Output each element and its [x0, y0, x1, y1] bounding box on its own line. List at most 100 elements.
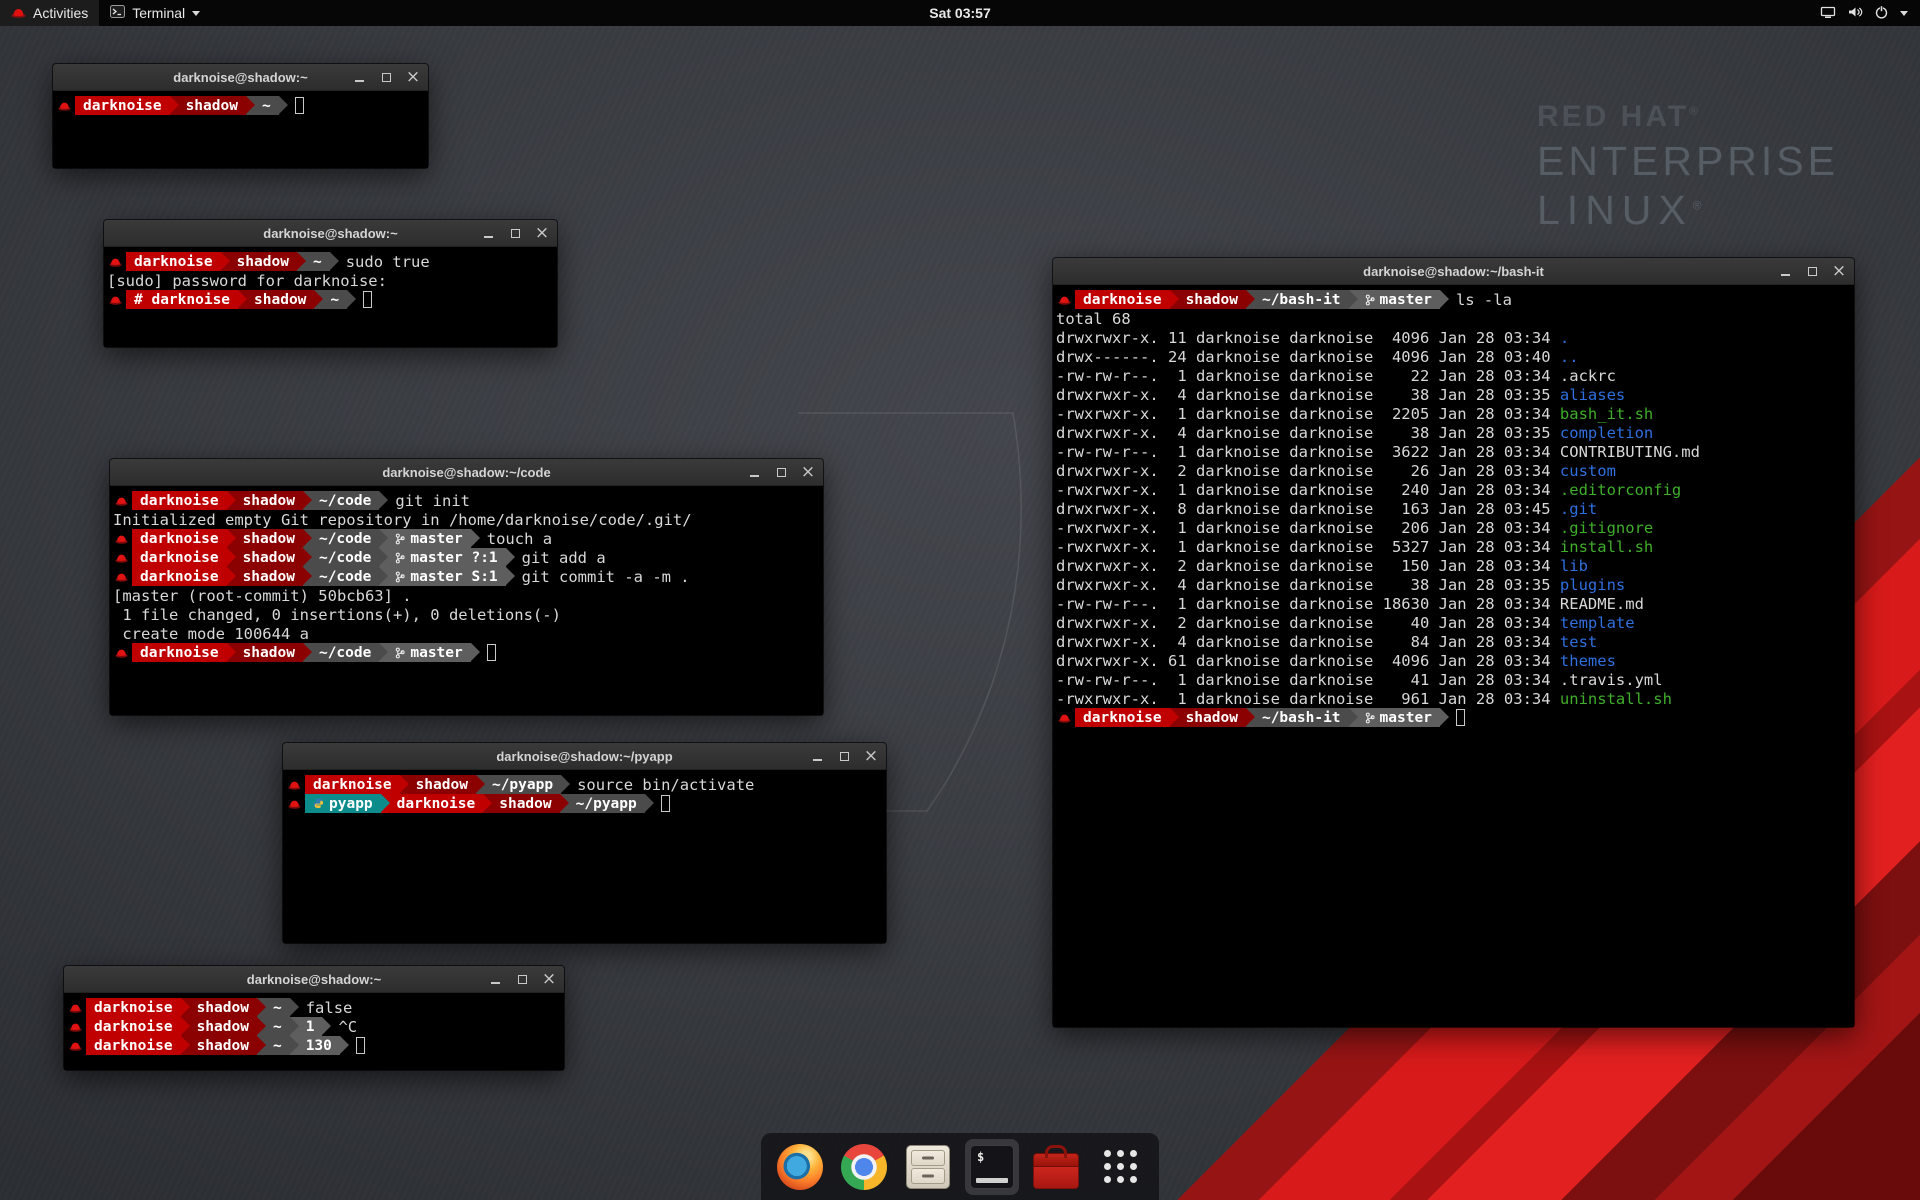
segment-text: darknoise	[94, 1019, 173, 1035]
maximize-button[interactable]	[838, 749, 850, 763]
app-menu[interactable]: Terminal	[99, 0, 211, 26]
window-titlebar[interactable]: darknoise@shadow:~/pyapp×	[283, 743, 886, 770]
close-button[interactable]: ×	[1833, 264, 1845, 278]
maximize-button[interactable]	[509, 226, 521, 240]
terminal-line: darknoiseshadow~/codemaster S:1git commi…	[113, 567, 820, 586]
segment-text: shadow	[186, 98, 238, 114]
segment-text: darknoise	[140, 645, 219, 661]
terminal-text: touch a	[487, 530, 552, 548]
system-status-area[interactable]	[1808, 0, 1920, 26]
prompt-segment-host: shadow	[238, 290, 314, 309]
minimize-button[interactable]	[489, 972, 501, 986]
terminal-content[interactable]: darknoiseshadow~falsedarknoiseshadow~1^C…	[64, 993, 564, 1070]
terminal-window-home1[interactable]: darknoise@shadow:~×darknoiseshadow~	[53, 64, 428, 168]
chrome-icon[interactable]	[837, 1139, 891, 1195]
app-menu-label: Terminal	[132, 5, 185, 21]
terminal-line: drwxrwxr-x. 8 darknoise darknoise 163 Ja…	[1056, 499, 1851, 518]
terminal-line: darknoiseshadow~false	[67, 998, 561, 1017]
close-button[interactable]: ×	[543, 972, 555, 986]
terminal-text: template	[1560, 614, 1635, 632]
redhat-icon	[1058, 295, 1071, 305]
terminal-line: -rwxrwxr-x. 1 darknoise darknoise 240 Ja…	[1056, 480, 1851, 499]
prompt-segment-git: master ?:1	[379, 548, 505, 567]
chevron-down-icon	[1900, 11, 1908, 16]
terminal-content[interactable]: darknoiseshadow~sudo true[sudo] password…	[104, 247, 557, 347]
minimize-button[interactable]	[811, 749, 823, 763]
files-icon[interactable]	[901, 1139, 955, 1195]
maximize-button[interactable]	[380, 70, 392, 84]
segment-text: ~/code	[319, 531, 371, 547]
firefox-icon[interactable]	[773, 1139, 827, 1195]
text-cursor	[1456, 709, 1465, 726]
minimize-button[interactable]	[353, 70, 365, 84]
app-grid-icon[interactable]	[1093, 1139, 1147, 1195]
terminal-text: lib	[1560, 557, 1588, 575]
prompt-segment-host: shadow	[227, 643, 303, 662]
terminal-line: drwx------. 24 darknoise darknoise 4096 …	[1056, 347, 1851, 366]
maximize-button[interactable]	[775, 465, 787, 479]
prompt-segment-host: shadow	[1170, 708, 1246, 727]
segment-text: pyapp	[329, 796, 373, 812]
terminal-content[interactable]: darknoiseshadow~	[53, 91, 428, 168]
minimize-button[interactable]	[1779, 264, 1791, 278]
maximize-button[interactable]	[1806, 264, 1818, 278]
clock[interactable]: Sat 03:57	[919, 0, 1000, 26]
terminal-window-pyapp[interactable]: darknoise@shadow:~/pyapp× darknoiseshadow…	[283, 743, 886, 943]
window-titlebar[interactable]: darknoise@shadow:~×	[53, 64, 428, 91]
activities-label: Activities	[33, 5, 88, 21]
prompt-segment-path: ~/bash-it	[1246, 708, 1349, 727]
terminal-text: drwxrwxr-x. 8 darknoise darknoise 163 Ja…	[1056, 500, 1560, 518]
redhat-logo-icon	[11, 5, 26, 21]
prompt-segment-host: shadow	[483, 794, 559, 813]
terminal-content[interactable]: darknoiseshadow~/pyappsource bin/activat…	[283, 770, 886, 943]
terminal-window-home2[interactable]: darknoise@shadow:~×darknoiseshadow~false…	[64, 966, 564, 1070]
terminal-window-bashit[interactable]: darknoise@shadow:~/bash-it× darknoise shad…	[1053, 258, 1854, 1027]
segment-text: master	[1380, 710, 1432, 726]
terminal-line: drwxrwxr-x. 4 darknoise darknoise 38 Jan…	[1056, 385, 1851, 404]
window-titlebar[interactable]: darknoise@shadow:~/bash-it×	[1053, 258, 1854, 285]
redhat-icon	[109, 257, 122, 267]
terminal-line: darknoiseshadow~/pyappsource bin/activat…	[286, 775, 883, 794]
close-button[interactable]: ×	[407, 70, 419, 84]
activities-button[interactable]: Activities	[0, 0, 99, 26]
text-cursor	[356, 1037, 365, 1054]
terminal-text: -rwxrwxr-x. 1 darknoise darknoise 206 Ja…	[1056, 519, 1560, 537]
prompt-segment-git: master	[379, 529, 470, 548]
window-titlebar[interactable]: darknoise@shadow:~/code×	[110, 459, 823, 486]
prompt-segment-user: darknoise	[132, 529, 227, 548]
terminal-window-code[interactable]: darknoise@shadow:~/code×darknoiseshadow~…	[110, 459, 823, 715]
terminal-text: .gitignore	[1560, 519, 1653, 537]
segment-text: shadow	[243, 550, 295, 566]
prompt-segment-path: ~/code	[303, 643, 379, 662]
terminal-text: -rw-rw-r--. 1 darknoise darknoise 3622 J…	[1056, 443, 1560, 461]
close-button[interactable]: ×	[802, 465, 814, 479]
minimize-button[interactable]	[748, 465, 760, 479]
python-icon	[313, 798, 324, 809]
terminal-window-sudo[interactable]: darknoise@shadow:~×darknoiseshadow~sudo …	[104, 220, 557, 347]
prompt-segment-user: darknoise	[126, 252, 221, 271]
window-titlebar[interactable]: darknoise@shadow:~×	[104, 220, 557, 247]
toolbox-icon[interactable]	[1029, 1139, 1083, 1195]
prompt-segment-user: darknoise	[1075, 708, 1170, 727]
terminal-line: total 68	[1056, 309, 1851, 328]
close-button[interactable]: ×	[865, 749, 877, 763]
window-titlebar[interactable]: darknoise@shadow:~×	[64, 966, 564, 993]
terminal-line: darknoiseshadow~/codegit init	[113, 491, 820, 510]
close-button[interactable]: ×	[536, 226, 548, 240]
redhat-icon	[288, 780, 301, 790]
terminal-content[interactable]: darknoiseshadow~/bash-itmasterls -latota…	[1053, 285, 1854, 1027]
terminal-line: -rw-rw-r--. 1 darknoise darknoise 22 Jan…	[1056, 366, 1851, 385]
redhat-icon	[58, 101, 71, 111]
text-cursor	[487, 644, 496, 661]
terminal-text: drwxrwxr-x. 2 darknoise darknoise 150 Ja…	[1056, 557, 1560, 575]
segment-text: ~/code	[319, 569, 371, 585]
terminal-text: -rwxrwxr-x. 1 darknoise darknoise 5327 J…	[1056, 538, 1560, 556]
terminal-icon[interactable]	[965, 1139, 1019, 1195]
window-controls: ×	[482, 220, 548, 246]
minimize-button[interactable]	[482, 226, 494, 240]
terminal-line: darknoise shadow~/bash-it master	[1056, 708, 1851, 727]
segment-text: darknoise	[1083, 710, 1162, 726]
terminal-content[interactable]: darknoiseshadow~/codegit initInitialized…	[110, 486, 823, 715]
maximize-button[interactable]	[516, 972, 528, 986]
prompt-segment-user: darknoise	[86, 998, 181, 1017]
